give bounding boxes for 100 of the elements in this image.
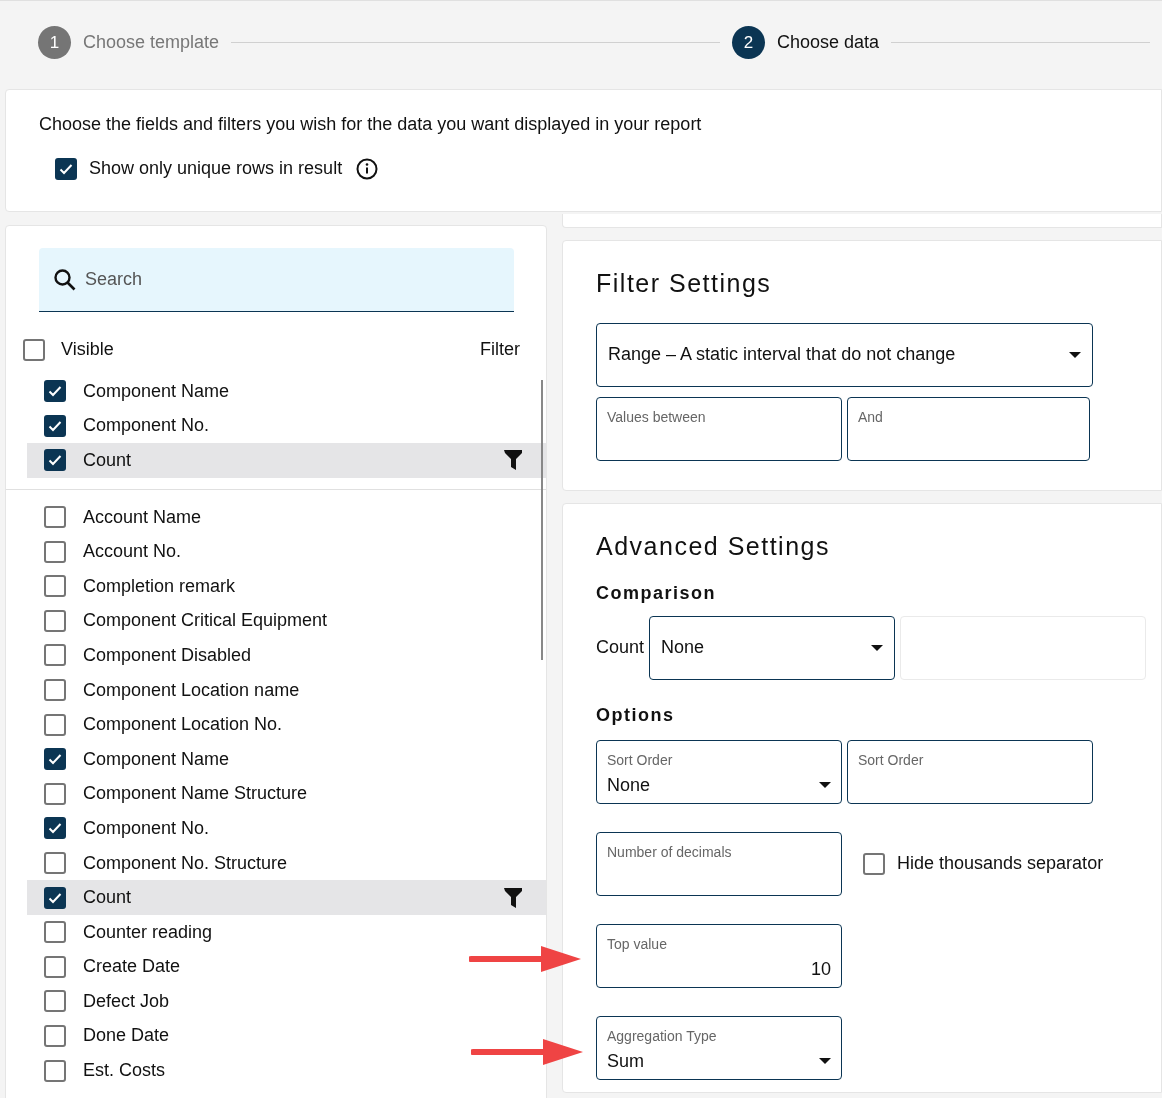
- select-value: Range – A static interval that do not change: [608, 343, 957, 366]
- field-label: Defect Job: [83, 989, 170, 1013]
- checkbox[interactable]: [44, 414, 66, 437]
- checkbox[interactable]: [44, 748, 66, 771]
- field-label: Component Name: [83, 379, 230, 403]
- field-list-item[interactable]: Component Name: [27, 741, 234, 777]
- field-label: Component Name: [83, 747, 230, 771]
- field-label: Aggregation Type: [607, 1026, 718, 1046]
- search-input[interactable]: Search: [85, 266, 500, 293]
- column-header: Filter: [480, 338, 520, 361]
- field-label: Account Name: [83, 505, 202, 529]
- checkbox[interactable]: [44, 955, 66, 978]
- info-icon[interactable]: [356, 157, 379, 180]
- select-field[interactable]: Sort Order None: [596, 739, 842, 804]
- field-list-item[interactable]: Component No.: [27, 811, 214, 846]
- input-field[interactable]: And: [847, 396, 1090, 461]
- checkbox[interactable]: [55, 157, 77, 180]
- field-label: Count: [83, 886, 133, 910]
- select-field[interactable]: Range – A static interval that do not change: [596, 322, 1093, 387]
- field-label: Completion remark: [83, 574, 236, 598]
- field-list-item[interactable]: Component Location No.: [27, 707, 287, 742]
- checkbox[interactable]: [44, 1059, 66, 1082]
- select-value: None: [661, 636, 706, 659]
- checkbox[interactable]: [44, 817, 66, 840]
- step-number[interactable]: 2: [732, 26, 765, 59]
- field-value: Sum: [607, 1049, 645, 1073]
- field-list-item[interactable]: Account Name: [27, 499, 206, 535]
- column-header: Visible: [61, 338, 115, 361]
- field-list-item[interactable]: Create Date: [27, 949, 185, 985]
- checkbox[interactable]: [44, 782, 66, 805]
- field-label: Component Location No.: [83, 713, 283, 737]
- field-list-item[interactable]: Defect Job: [27, 984, 174, 1019]
- field-list-item[interactable]: Completion remark: [27, 568, 240, 604]
- filter-icon[interactable]: [504, 450, 522, 471]
- checkbox-label: Hide thousands separator: [897, 852, 1104, 875]
- field-list-item[interactable]: Component Location name: [27, 672, 304, 708]
- field-list-item[interactable]: Component No.: [27, 408, 214, 444]
- checkbox-label: Show only unique rows in result: [89, 157, 343, 180]
- checkbox[interactable]: [44, 609, 66, 632]
- search-icon: [53, 267, 77, 292]
- section-title: Filter Settings: [596, 268, 773, 299]
- checkbox[interactable]: [44, 990, 66, 1013]
- field-label: Component Critical Equipment: [83, 609, 328, 633]
- field-label: Done Date: [83, 1024, 170, 1048]
- section-title: Advanced Settings: [596, 531, 831, 562]
- field-value: 10: [809, 957, 831, 981]
- field-label: Number of decimals: [607, 842, 733, 862]
- step-number[interactable]: 1: [38, 26, 71, 59]
- checkbox[interactable]: [44, 713, 66, 736]
- field-label: Component No.: [83, 816, 210, 840]
- field-label: Component Disabled: [83, 643, 252, 667]
- checkbox[interactable]: [44, 540, 66, 563]
- checkbox[interactable]: [863, 852, 885, 875]
- caret-icon: [819, 782, 831, 788]
- field-list-item[interactable]: Count: [27, 880, 546, 915]
- field-list-item[interactable]: Count: [27, 443, 546, 478]
- field-label: Est. Costs: [83, 1059, 166, 1083]
- field-label: Component Location name: [83, 678, 300, 702]
- field-label: And: [858, 407, 884, 427]
- field-label: Component No. Structure: [83, 851, 288, 875]
- field-list-item[interactable]: Component Critical Equipment: [27, 603, 332, 639]
- step-label: Choose data: [777, 31, 880, 54]
- field-list-item[interactable]: Component Name Structure: [27, 776, 312, 812]
- field-list-item[interactable]: Done Date: [27, 1018, 174, 1054]
- field-list-item[interactable]: Component No. Structure: [27, 845, 292, 881]
- input-field[interactable]: Top value 10: [596, 923, 842, 988]
- field-label: Sort Order: [607, 750, 674, 770]
- field-label: Count: [83, 449, 133, 472]
- select-field[interactable]: Aggregation Type Sum: [596, 1015, 842, 1080]
- checkbox[interactable]: [44, 921, 66, 944]
- subsection-title: Options: [596, 703, 676, 727]
- scrollbar[interactable]: [541, 380, 543, 660]
- search-field[interactable]: Search: [39, 248, 514, 312]
- input-field[interactable]: Number of decimals: [596, 831, 842, 896]
- checkbox[interactable]: [44, 506, 66, 529]
- field-list-item[interactable]: Component Name: [27, 374, 234, 409]
- checkbox[interactable]: [44, 449, 66, 472]
- field-label: Create Date: [83, 955, 181, 979]
- checkbox[interactable]: [44, 852, 66, 874]
- select-field[interactable]: None: [649, 615, 896, 680]
- checkbox[interactable]: [44, 1025, 66, 1047]
- comparison-label: Count: [596, 636, 645, 659]
- field-list-item[interactable]: Component Disabled: [27, 638, 256, 673]
- field-list-item[interactable]: Account No.: [27, 534, 186, 569]
- checkbox[interactable]: [44, 380, 66, 403]
- checkbox[interactable]: [44, 575, 66, 598]
- field-label: Counter reading: [83, 920, 213, 944]
- field-list-item[interactable]: Counter reading: [27, 914, 217, 950]
- input-field[interactable]: Sort Order: [847, 739, 1093, 804]
- checkbox[interactable]: [44, 679, 66, 702]
- caret-icon: [819, 1058, 831, 1064]
- checkbox[interactable]: [44, 644, 66, 667]
- step-label: Choose template: [83, 31, 220, 54]
- checkbox[interactable]: [44, 886, 66, 909]
- field-label: Component Name Structure: [83, 782, 308, 806]
- filter-icon[interactable]: [504, 887, 522, 908]
- field-value: None: [607, 773, 652, 797]
- field-list-item[interactable]: Est. Costs: [27, 1053, 170, 1088]
- checkbox[interactable]: [23, 338, 45, 361]
- input-field[interactable]: Values between: [596, 396, 842, 461]
